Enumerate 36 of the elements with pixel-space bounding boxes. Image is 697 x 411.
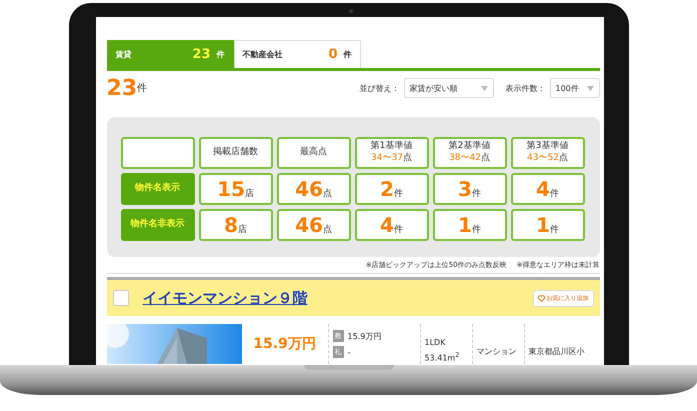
column-header: 掲載店舗数 — [198, 137, 272, 169]
row-label: 物件名非表示 — [120, 209, 194, 241]
table-cell: 4件 — [354, 209, 428, 241]
address: 東京都品川区小 — [528, 346, 584, 357]
result-count: 23 — [106, 76, 138, 100]
per-page-label: 表示件数： — [506, 82, 546, 94]
table-cell: 4件 — [510, 173, 584, 205]
table-cell: 46点 — [276, 209, 350, 241]
deposit-value: 15.9万円 — [348, 330, 382, 342]
building-type: マンション — [476, 346, 518, 357]
table-cell: 8店 — [198, 209, 272, 241]
column-header: 第2基準値 38〜42点 — [432, 137, 506, 169]
table-cell: 15 店 — [198, 173, 272, 205]
floor-area: 53.41m$^{2}$ — [424, 351, 468, 363]
table-cell: 1件 — [510, 209, 584, 241]
category-tab[interactable]: 不動産会社 0 件 — [234, 40, 360, 68]
heart-icon — [538, 294, 544, 302]
rent-price: 15.9万円 — [242, 324, 328, 364]
listing-title-link[interactable]: イイモンマンション９階 — [142, 288, 518, 308]
row-label: 物件名表示 — [120, 173, 194, 205]
table-cell: 46点 — [276, 173, 350, 205]
per-page-dropdown[interactable]: 100件 — [550, 78, 600, 98]
key-money-value: - — [348, 348, 350, 356]
table-cell: 1件 — [432, 209, 506, 241]
column-header: 第1基準値 34〜37点 — [354, 137, 428, 169]
floor-plan: 1LDK — [424, 338, 446, 347]
column-header: 最高点 — [276, 137, 350, 169]
dropdown-caret-icon — [480, 86, 488, 90]
dropdown-caret-icon — [586, 86, 594, 90]
table-cell: 2件 — [354, 173, 428, 205]
sort-label: 並び替え： — [360, 82, 400, 94]
column-header: 第3基準値 43〜52点 — [510, 137, 584, 169]
sort-dropdown[interactable]: 家賃が安い順 — [404, 78, 494, 98]
table-cell: 3件 — [432, 173, 506, 205]
result-count-unit: 件 — [137, 82, 148, 95]
checkbox[interactable] — [112, 290, 128, 306]
